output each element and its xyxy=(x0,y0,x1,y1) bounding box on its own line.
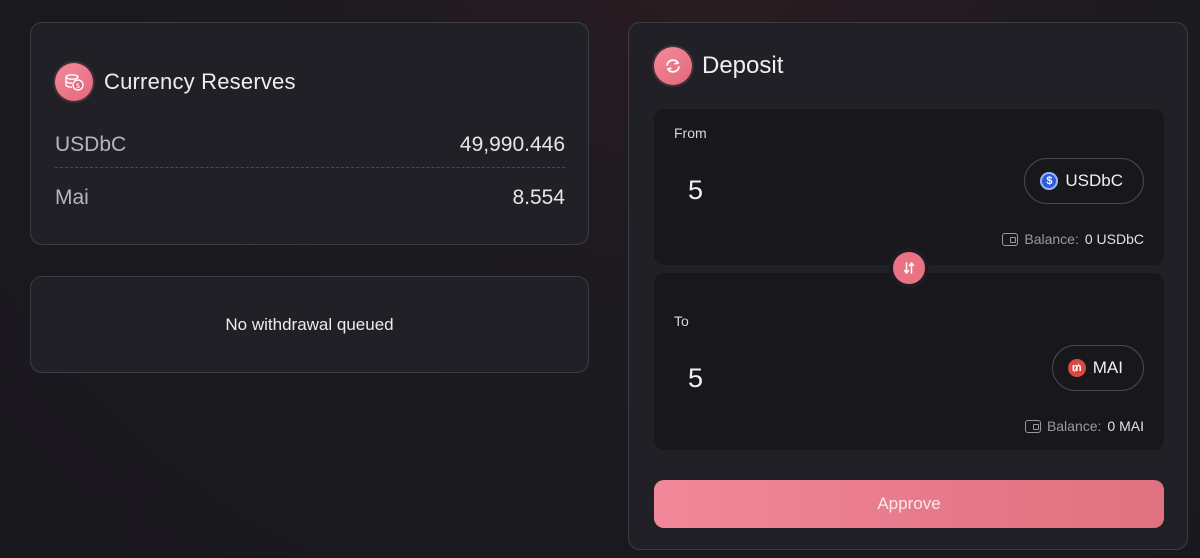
wallet-icon xyxy=(1024,419,1041,433)
deposit-card: Deposit From 5 $ USDbC Balance: 0 USDbC … xyxy=(628,22,1188,550)
to-label: To xyxy=(674,313,689,329)
to-token-selector[interactable]: ₥ MAI xyxy=(1051,345,1144,391)
mai-icon: ₥ xyxy=(1067,359,1086,377)
reserve-divider xyxy=(55,167,565,168)
withdrawal-status-text: No withdrawal queued xyxy=(225,314,394,334)
from-label: From xyxy=(674,125,707,141)
coins-icon: $ xyxy=(55,63,93,101)
usdbc-icon: $ xyxy=(1040,172,1059,190)
from-token-label: USDbC xyxy=(1065,171,1123,190)
to-balance: Balance: 0 MAI xyxy=(1024,418,1144,434)
to-token-label: MAI xyxy=(1092,358,1123,377)
to-balance-label: Balance: xyxy=(1046,418,1102,434)
swap-arrows-icon xyxy=(903,262,915,274)
withdrawal-card: No withdrawal queued xyxy=(30,276,589,373)
reserve-row-mai: Mai 8.554 xyxy=(55,181,565,215)
svg-text:$: $ xyxy=(76,82,80,90)
swap-circle-icon xyxy=(654,47,692,85)
reserve-name: USDbC xyxy=(55,133,127,156)
from-amount-input[interactable]: 5 xyxy=(688,175,703,206)
to-balance-value: 0 MAI xyxy=(1107,418,1144,434)
reserve-value: 49,990.446 xyxy=(459,133,565,156)
approve-button[interactable]: Approve xyxy=(654,480,1164,528)
from-panel: From 5 $ USDbC Balance: 0 USDbC xyxy=(654,109,1164,265)
to-panel: To 5 ₥ MAI Balance: 0 MAI xyxy=(654,273,1164,450)
reserves-header: $ Currency Reserves xyxy=(55,63,296,101)
deposit-title: Deposit xyxy=(702,52,784,79)
swap-direction-button[interactable] xyxy=(889,248,929,288)
reserve-row-usdbc: USDbC 49,990.446 xyxy=(55,128,565,162)
reserve-name: Mai xyxy=(55,186,89,209)
reserves-title: Currency Reserves xyxy=(104,69,296,94)
from-balance-value: 0 USDbC xyxy=(1084,231,1144,247)
page: $ Currency Reserves USDbC 49,990.446 Mai… xyxy=(0,0,1200,558)
from-balance-label: Balance: xyxy=(1024,231,1079,247)
from-token-selector[interactable]: $ USDbC xyxy=(1024,158,1144,204)
from-balance: Balance: 0 USDbC xyxy=(1002,231,1144,247)
wallet-icon xyxy=(1002,232,1019,246)
currency-reserves-card: $ Currency Reserves USDbC 49,990.446 Mai… xyxy=(30,22,589,245)
reserve-value: 8.554 xyxy=(512,186,565,209)
to-amount-input[interactable]: 5 xyxy=(688,363,703,394)
deposit-header: Deposit xyxy=(654,47,783,85)
